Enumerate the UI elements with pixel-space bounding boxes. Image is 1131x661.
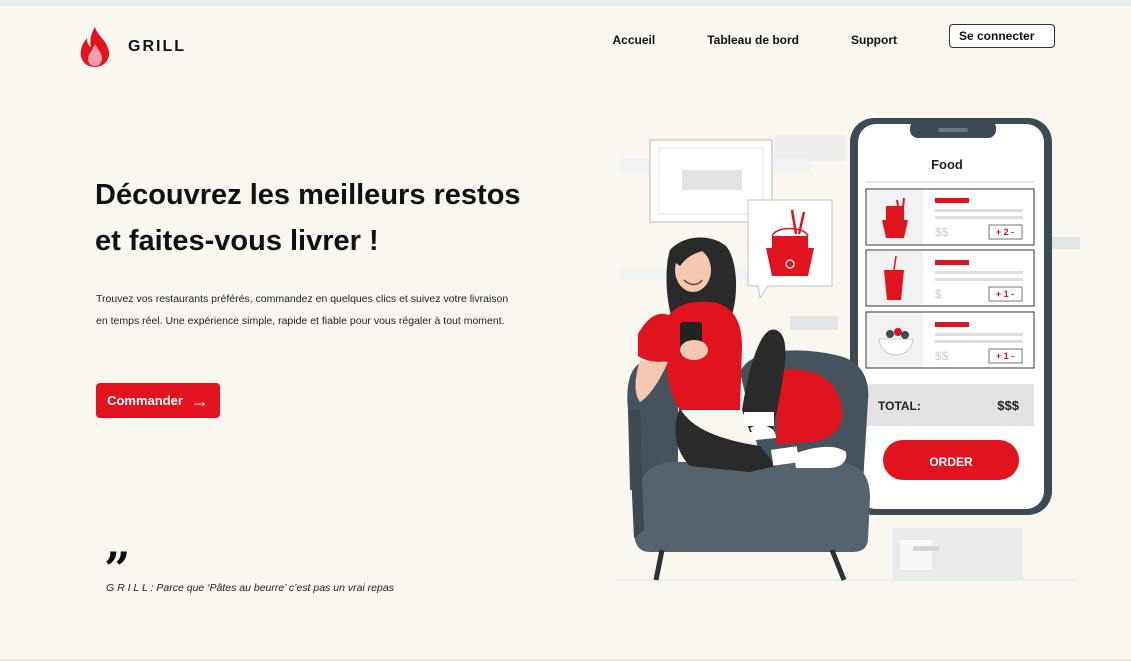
login-button[interactable]: Se connecter — [949, 24, 1055, 48]
nav-support[interactable]: Support — [851, 25, 897, 47]
floor-box — [893, 528, 1023, 580]
total-label: TOTAL: — [878, 399, 921, 413]
hero-text-line1: Trouvez vos restaurants préférés, comman… — [96, 293, 509, 305]
phone-item-1: $$ + 2 - — [865, 188, 1035, 246]
phone-item-3: $$ + 1 - — [865, 311, 1035, 369]
hero-title-line1: Découvrez les meilleurs restos — [95, 179, 521, 211]
logo[interactable]: GRILL — [78, 26, 186, 68]
top-strip — [0, 0, 1131, 6]
brand-name: GRILL — [128, 38, 186, 55]
phone-mockup: Food $$ + 2 - $ + 1 - $$ + 1 - TOTAL: $$… — [850, 118, 1052, 515]
item-3-price: $$ — [935, 349, 949, 363]
phone-order-label: ORDER — [929, 455, 973, 469]
order-cta-button[interactable]: Commander → — [96, 383, 220, 418]
item-1-price: $$ — [935, 225, 949, 239]
phone-item-2: $ + 1 - — [865, 249, 1035, 307]
item-2-qty: + 1 - — [996, 289, 1014, 299]
total-value: $$$ — [997, 398, 1019, 413]
flame-icon — [80, 27, 110, 67]
item-2-price: $ — [935, 287, 942, 301]
item-1-qty: + 2 - — [996, 227, 1014, 237]
nav-tableau-de-bord[interactable]: Tableau de bord — [707, 25, 799, 47]
hero-title: Découvrez les meilleurs restos et faites… — [95, 172, 565, 264]
hero-text-line2: en temps réel. Une expérience simple, ra… — [96, 315, 505, 327]
phone-title: Food — [931, 157, 963, 172]
food-speech-bubble — [747, 199, 833, 300]
cta-label: Commander — [107, 393, 183, 408]
hero-illustration: Food $$ + 2 - $ + 1 - $$ + 1 - TOTAL: $$… — [615, 118, 1080, 581]
arrow-right-icon: → — [190, 390, 209, 411]
nav-accueil[interactable]: Accueil — [613, 25, 656, 47]
item-3-qty: + 1 - — [996, 351, 1014, 361]
hero-title-line2: et faites-vous livrer ! — [95, 225, 379, 257]
tagline: G R I L L : Parce que ‘Pâtes au beurre’ … — [106, 582, 394, 594]
hero-description: Trouvez vos restaurants préférés, comman… — [96, 288, 526, 332]
main-nav: Accueil Tableau de bord Support Se conne… — [613, 24, 1055, 48]
